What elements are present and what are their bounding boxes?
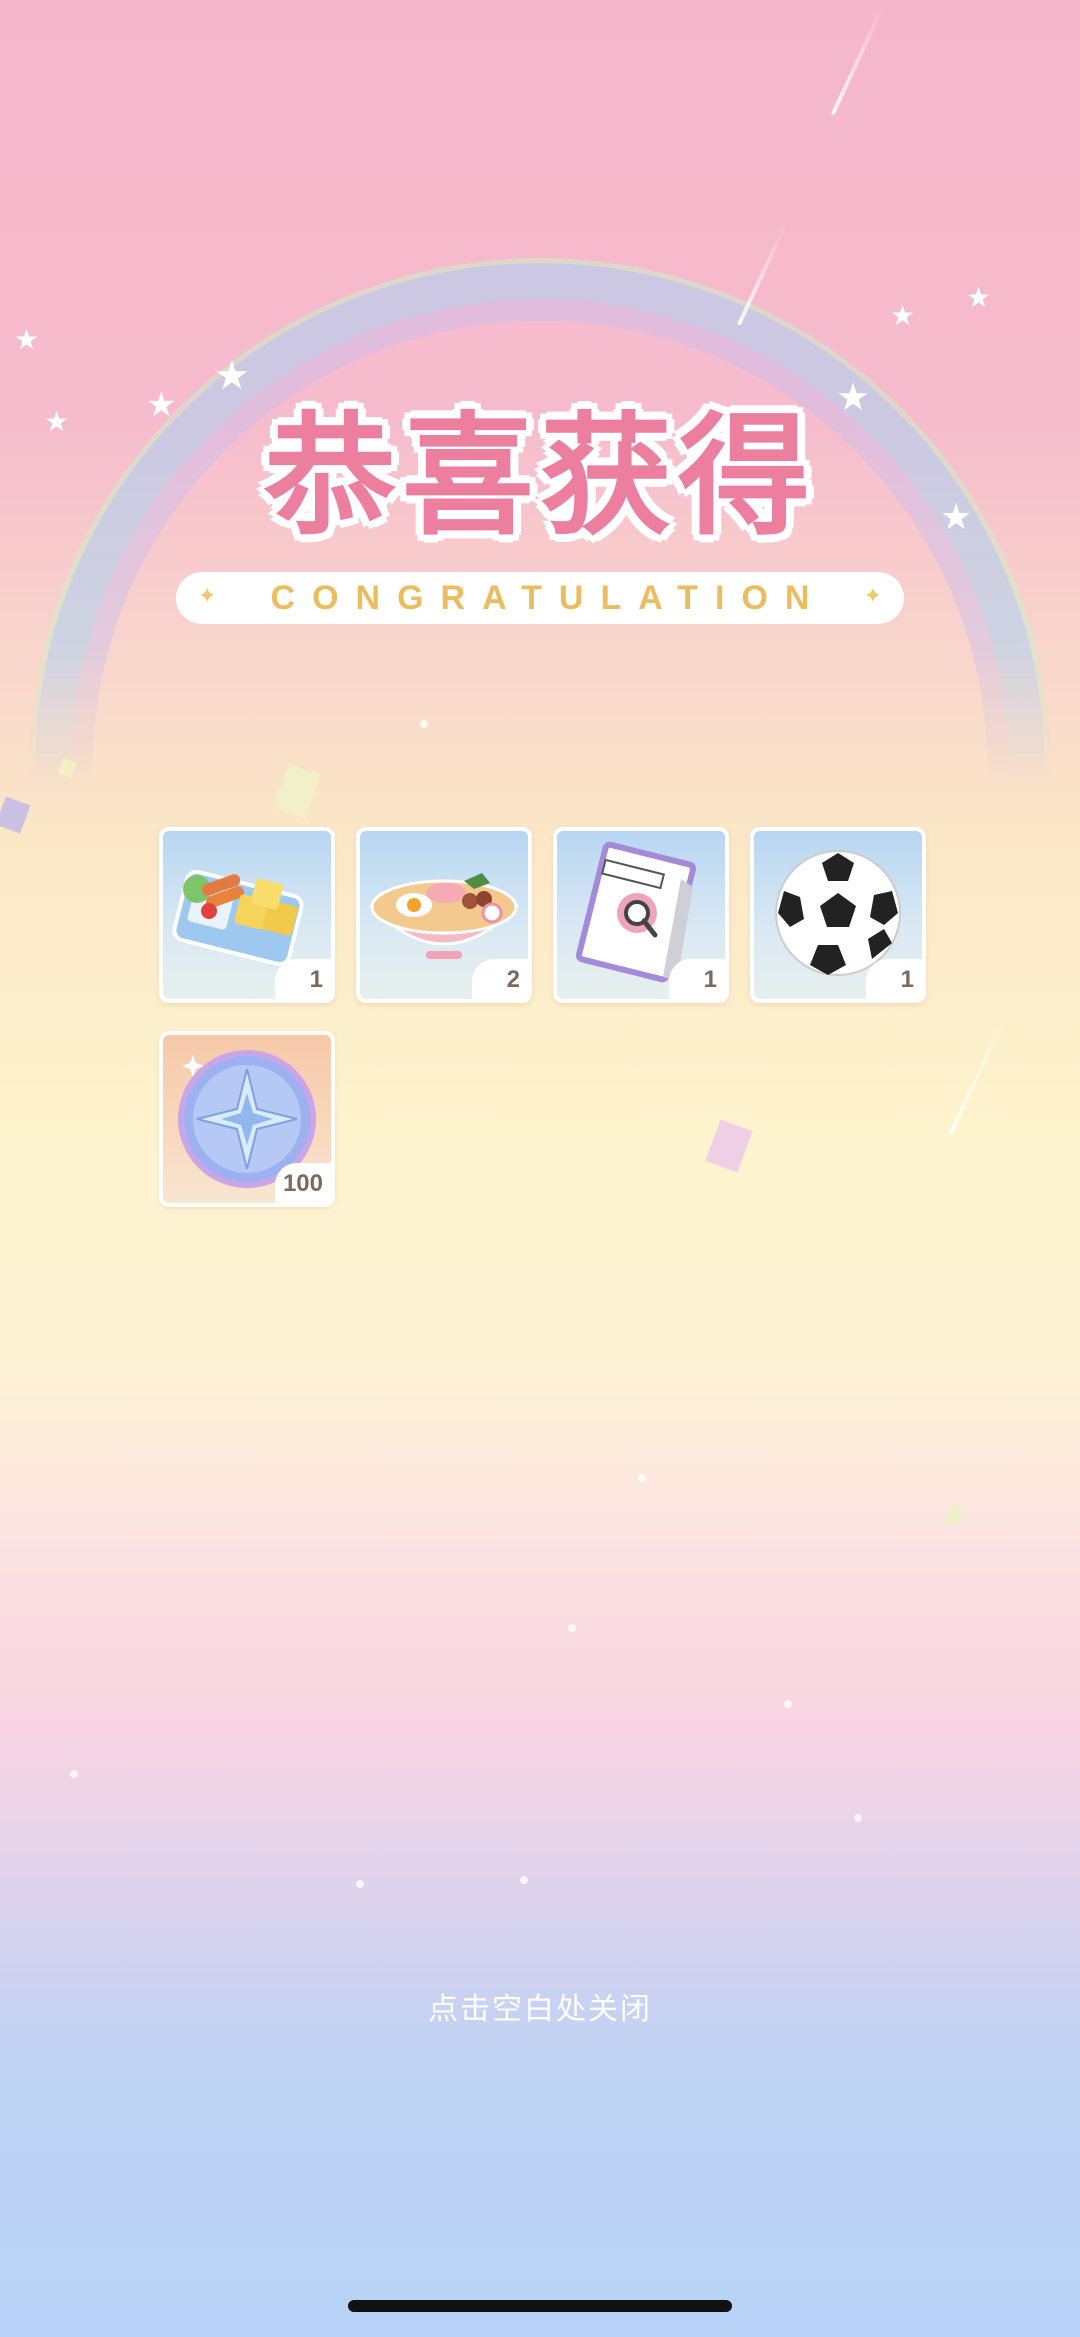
sparkle-dot — [638, 1474, 646, 1482]
reward-item[interactable]: 1 — [159, 827, 335, 1003]
sparkle-dot — [356, 1880, 364, 1888]
reward-item[interactable]: 100 — [159, 1031, 335, 1207]
sparkle-dot — [568, 1624, 576, 1632]
sparkle-dot — [420, 720, 428, 728]
sparkle-streak — [830, 4, 886, 116]
close-hint[interactable]: 点击空白处关闭 — [0, 1984, 1080, 2028]
star-icon: ★ — [14, 323, 40, 356]
sparkle-dot — [520, 1876, 528, 1884]
confetti-piece — [0, 796, 31, 834]
reward-item[interactable]: 2 — [356, 827, 532, 1003]
reward-item[interactable]: 1 — [553, 827, 729, 1003]
subtitle-banner: ✦ CONGRATULATION ✦ — [176, 572, 904, 624]
sparkle-dot — [70, 1770, 78, 1778]
confetti-piece — [945, 1506, 965, 1526]
reward-quantity: 1 — [669, 959, 725, 999]
home-indicator[interactable] — [348, 2300, 732, 2312]
sparkle-dot — [854, 1814, 862, 1822]
sparkle-dot — [784, 1700, 792, 1708]
star-icon: ★ — [890, 299, 916, 332]
sparkle-icon: ✦ — [198, 584, 217, 609]
reward-item[interactable]: 1 — [750, 827, 926, 1003]
reward-quantity: 1 — [275, 959, 331, 999]
page-title: 恭喜获得 — [264, 400, 816, 554]
sparkle-icon: ✦ — [863, 584, 882, 609]
reward-quantity: 1 — [866, 959, 922, 999]
star-icon: ★ — [966, 281, 992, 314]
reward-quantity: 2 — [472, 959, 528, 999]
subtitle-text: CONGRATULATION — [270, 578, 827, 617]
reward-quantity: 100 — [274, 1163, 331, 1203]
